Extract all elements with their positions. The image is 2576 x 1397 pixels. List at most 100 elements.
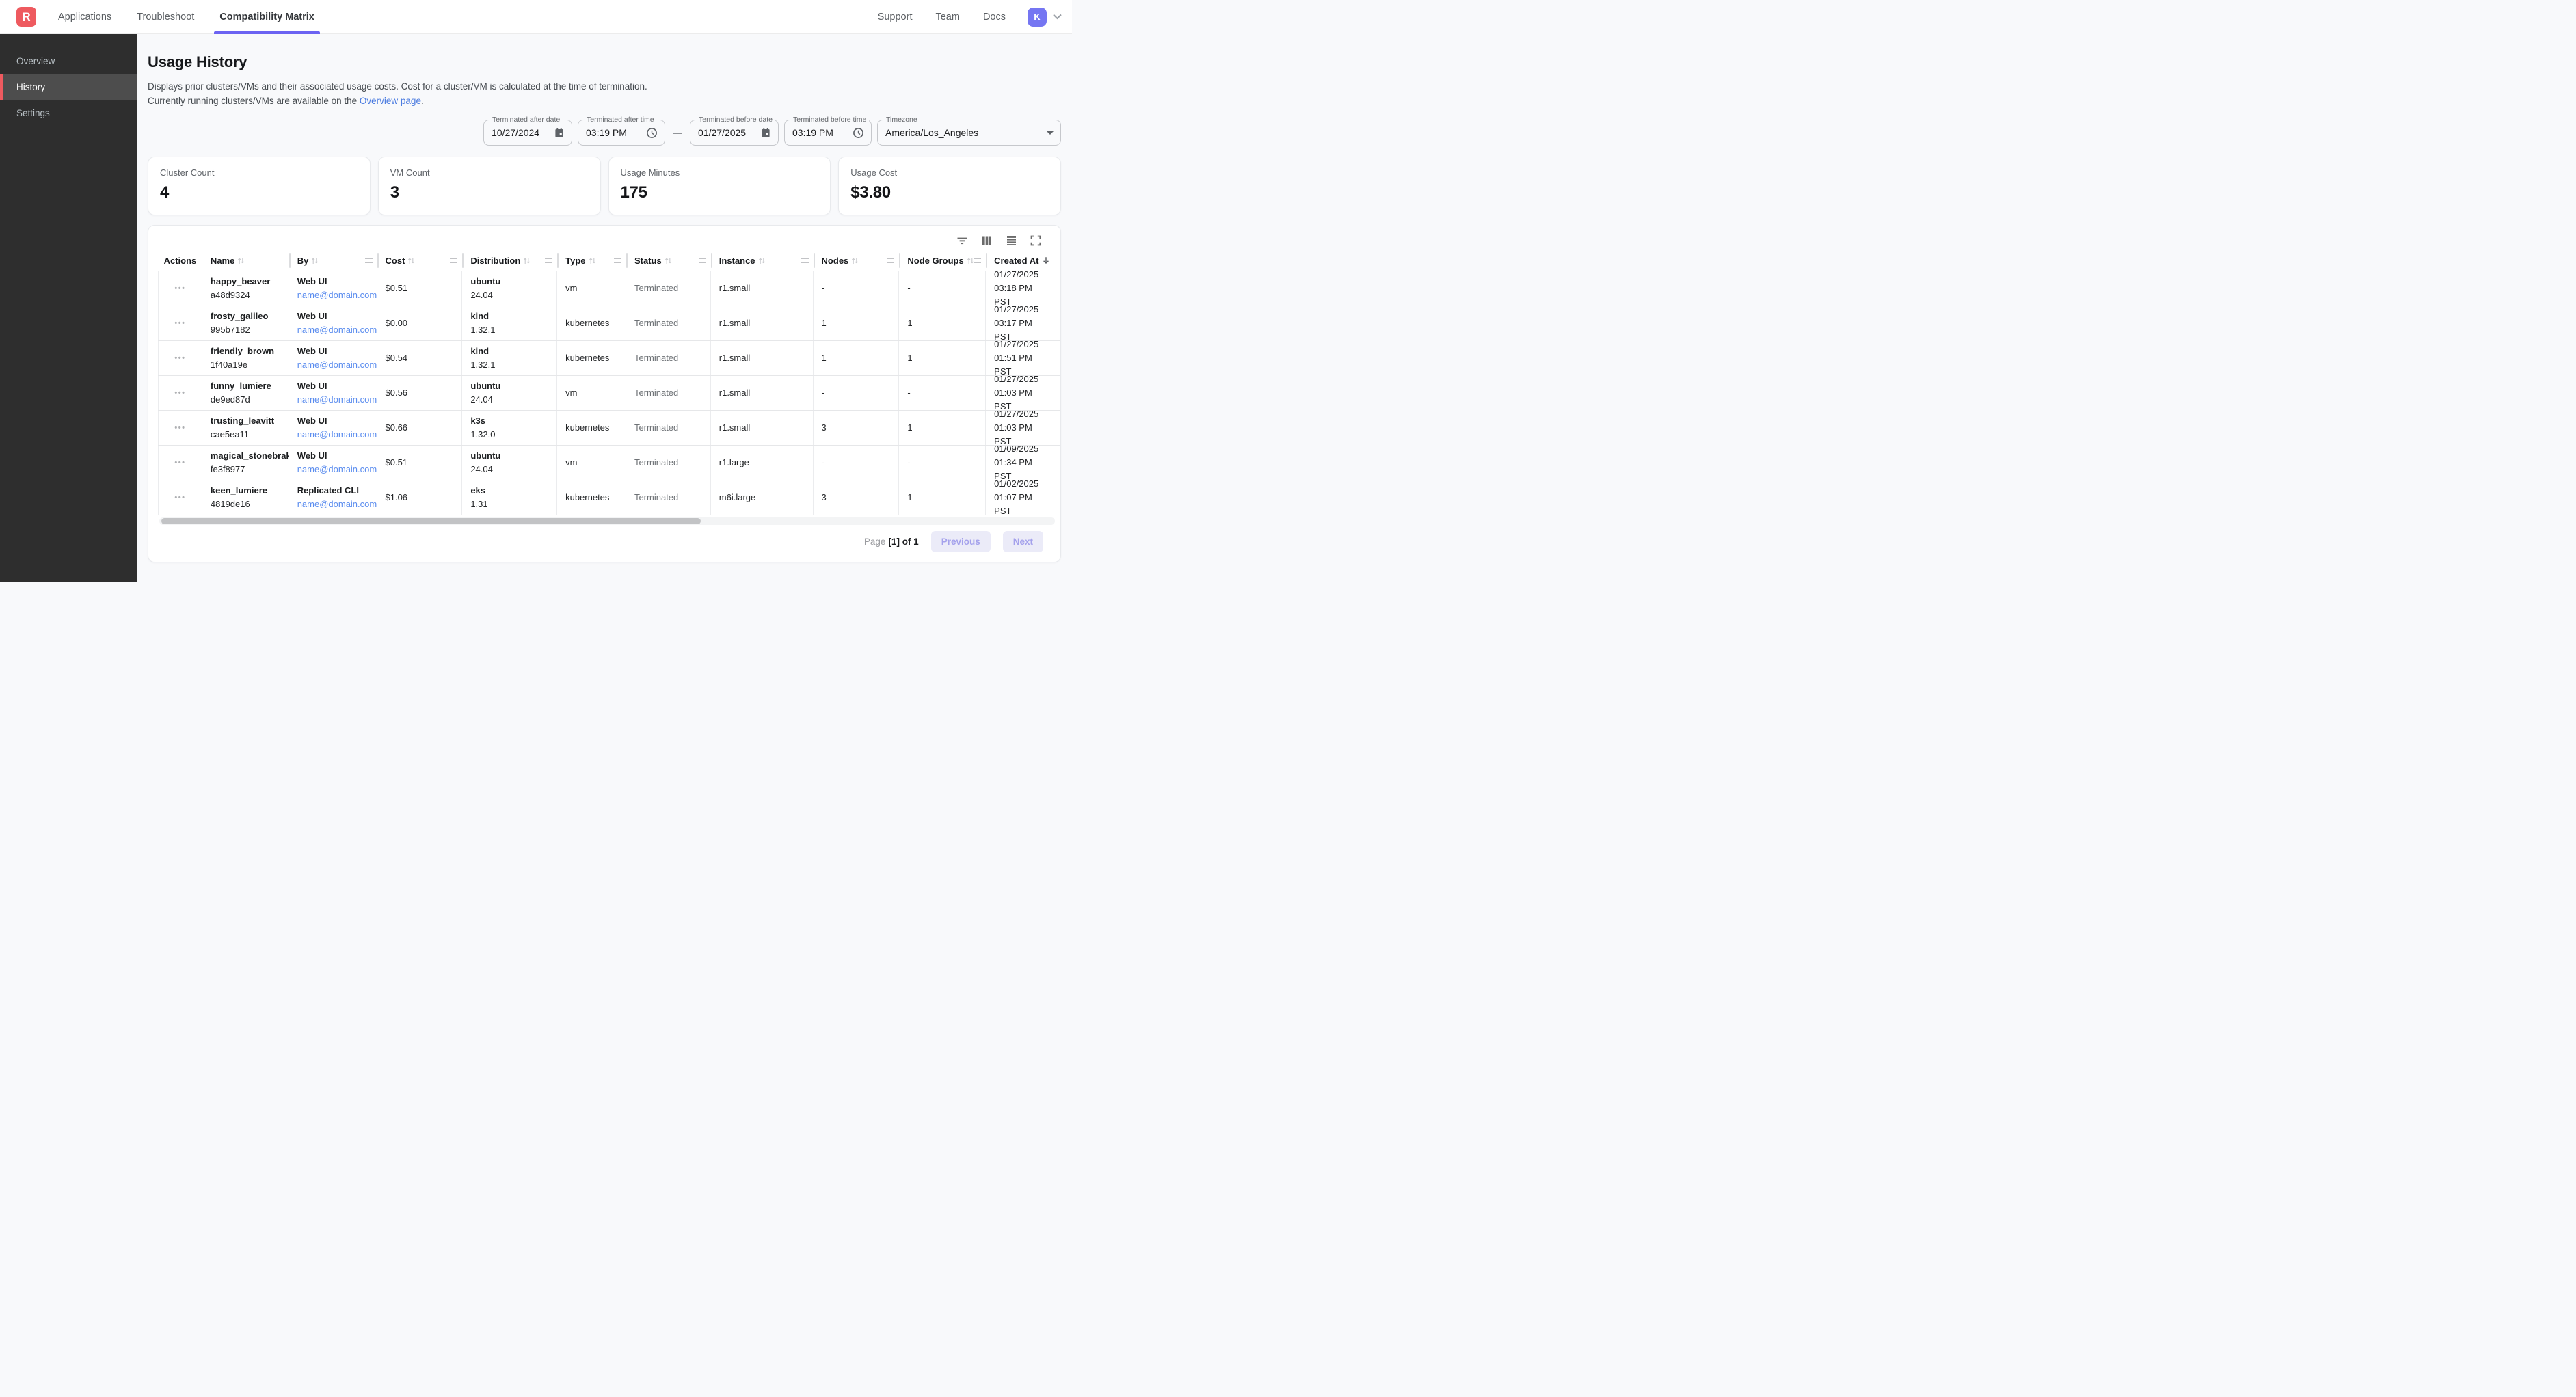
column-header-instance[interactable]: Instance	[711, 250, 814, 271]
created-date: 01/27/2025	[994, 376, 1051, 386]
column-drag-handle-icon[interactable]	[801, 258, 809, 263]
tab-applications[interactable]: Applications	[57, 0, 113, 34]
terminated-after-time-value: 03:19 PM	[586, 127, 641, 138]
density-icon[interactable]	[1005, 234, 1018, 247]
column-drag-handle-icon[interactable]	[545, 258, 552, 263]
cell-type: kubernetes	[557, 341, 626, 375]
created-by-email-link[interactable]: name@domain.com	[297, 358, 368, 372]
created-by-email-link[interactable]: name@domain.com	[297, 428, 368, 442]
replicated-logo-icon[interactable]: R	[16, 7, 36, 27]
columns-icon[interactable]	[980, 234, 993, 247]
column-header-status[interactable]: Status	[626, 250, 711, 271]
terminated-before-time-field[interactable]: Terminated before time 03:19 PM	[784, 120, 872, 146]
next-page-button[interactable]: Next	[1003, 531, 1043, 552]
column-separator	[462, 253, 464, 268]
instance-value: r1.small	[719, 316, 805, 330]
clock-icon[interactable]	[853, 127, 864, 139]
cell-distribution: ubuntu24.04	[462, 446, 557, 480]
cell-nodes: 3	[814, 480, 900, 515]
calendar-icon[interactable]	[554, 127, 565, 138]
cell-by: Web UIname@domain.com	[289, 446, 377, 480]
terminated-before-time-label: Terminated before time	[790, 116, 869, 124]
cell-type: vm	[557, 271, 626, 306]
stat-label: Usage Minutes	[621, 167, 819, 178]
column-drag-handle-icon[interactable]	[974, 258, 981, 263]
timezone-select[interactable]: Timezone America/Los_Angeles	[877, 120, 1061, 146]
row-actions-button[interactable]: •••	[174, 456, 185, 470]
status-value: Terminated	[634, 316, 702, 330]
created-by-email-link[interactable]: name@domain.com	[297, 288, 368, 302]
column-header-type[interactable]: Type	[557, 250, 626, 271]
link-support[interactable]: Support	[878, 12, 913, 23]
node-groups-value: -	[907, 456, 977, 470]
terminated-after-time-field[interactable]: Terminated after time 03:19 PM	[578, 120, 665, 146]
created-time: 03:17 PM PST	[994, 316, 1051, 340]
column-drag-handle-icon[interactable]	[614, 258, 621, 263]
cell-cost: $1.06	[377, 480, 463, 515]
page-value: [1] of 1	[888, 537, 918, 547]
column-header-cost[interactable]: Cost	[377, 250, 463, 271]
horizontal-scrollbar-track[interactable]	[159, 517, 1055, 525]
stat-cards: Cluster Count 4 VM Count 3 Usage Minutes…	[148, 157, 1061, 215]
created-by-email-link[interactable]: name@domain.com	[297, 463, 368, 476]
row-actions-button[interactable]: •••	[174, 491, 185, 504]
column-drag-handle-icon[interactable]	[450, 258, 457, 263]
created-by-source: Web UI	[297, 275, 368, 288]
created-time: 01:03 PM PST	[994, 386, 1051, 410]
row-actions-button[interactable]: •••	[174, 351, 185, 365]
instance-value: m6i.large	[719, 491, 805, 504]
user-avatar[interactable]: K	[1028, 8, 1047, 27]
cell-created-at: 01/27/202501:51 PM PST	[986, 341, 1060, 375]
created-by-source: Web UI	[297, 310, 368, 323]
sidebar-item-overview[interactable]: Overview	[0, 48, 137, 74]
created-time: 01:07 PM PST	[994, 491, 1051, 515]
tab-troubleshoot[interactable]: Troubleshoot	[135, 0, 196, 34]
stat-card-usage-cost: Usage Cost $3.80	[838, 157, 1061, 215]
column-header-node_groups[interactable]: Node Groups	[899, 250, 986, 271]
link-docs[interactable]: Docs	[983, 12, 1006, 23]
cell-distribution: eks1.31	[462, 480, 557, 515]
column-header-distribution[interactable]: Distribution	[462, 250, 557, 271]
terminated-before-date-field[interactable]: Terminated before date 01/27/2025	[690, 120, 779, 146]
tab-compatibility-matrix[interactable]: Compatibility Matrix	[218, 0, 316, 34]
distribution-name: ubuntu	[470, 275, 548, 288]
column-header-created_at[interactable]: Created At	[986, 250, 1060, 271]
date-range-separator: —	[671, 127, 684, 138]
instance-value: r1.small	[719, 282, 805, 295]
overview-page-link[interactable]: Overview page	[360, 96, 421, 106]
calendar-icon[interactable]	[760, 127, 771, 138]
cell-name: friendly_brown1f40a19e	[202, 341, 289, 375]
column-drag-handle-icon[interactable]	[365, 258, 373, 263]
column-header-name[interactable]: Name	[202, 250, 289, 271]
terminated-before-date-value: 01/27/2025	[698, 127, 755, 138]
cell-cost: $0.51	[377, 446, 463, 480]
fullscreen-icon[interactable]	[1030, 234, 1042, 247]
cell-actions: •••	[158, 306, 202, 340]
terminated-after-date-field[interactable]: Terminated after date 10/27/2024	[483, 120, 572, 146]
row-actions-button[interactable]: •••	[174, 386, 185, 400]
previous-page-button[interactable]: Previous	[931, 531, 991, 552]
cell-name: keen_lumiere4819de16	[202, 480, 289, 515]
row-actions-button[interactable]: •••	[174, 282, 185, 295]
instance-value: r1.small	[719, 386, 805, 400]
horizontal-scrollbar-thumb[interactable]	[161, 518, 701, 524]
created-by-email-link[interactable]: name@domain.com	[297, 393, 368, 407]
row-actions-button[interactable]: •••	[174, 421, 185, 435]
created-by-email-link[interactable]: name@domain.com	[297, 498, 368, 511]
row-actions-button[interactable]: •••	[174, 316, 185, 330]
sidebar-item-history[interactable]: History	[0, 74, 137, 100]
filter-icon[interactable]	[956, 234, 969, 247]
clock-icon[interactable]	[646, 127, 658, 139]
link-team[interactable]: Team	[935, 12, 959, 23]
cost-value: $1.06	[386, 491, 454, 504]
sidebar-item-settings[interactable]: Settings	[0, 100, 137, 126]
column-drag-handle-icon[interactable]	[699, 258, 706, 263]
top-nav: R Applications Troubleshoot Compatibilit…	[0, 0, 1072, 34]
column-label: Node Groups	[907, 256, 963, 266]
cell-actions: •••	[158, 341, 202, 375]
column-header-nodes[interactable]: Nodes	[814, 250, 900, 271]
chevron-down-icon[interactable]	[1052, 14, 1062, 20]
column-drag-handle-icon[interactable]	[887, 258, 894, 263]
column-header-by[interactable]: By	[289, 250, 377, 271]
created-by-email-link[interactable]: name@domain.com	[297, 323, 368, 337]
